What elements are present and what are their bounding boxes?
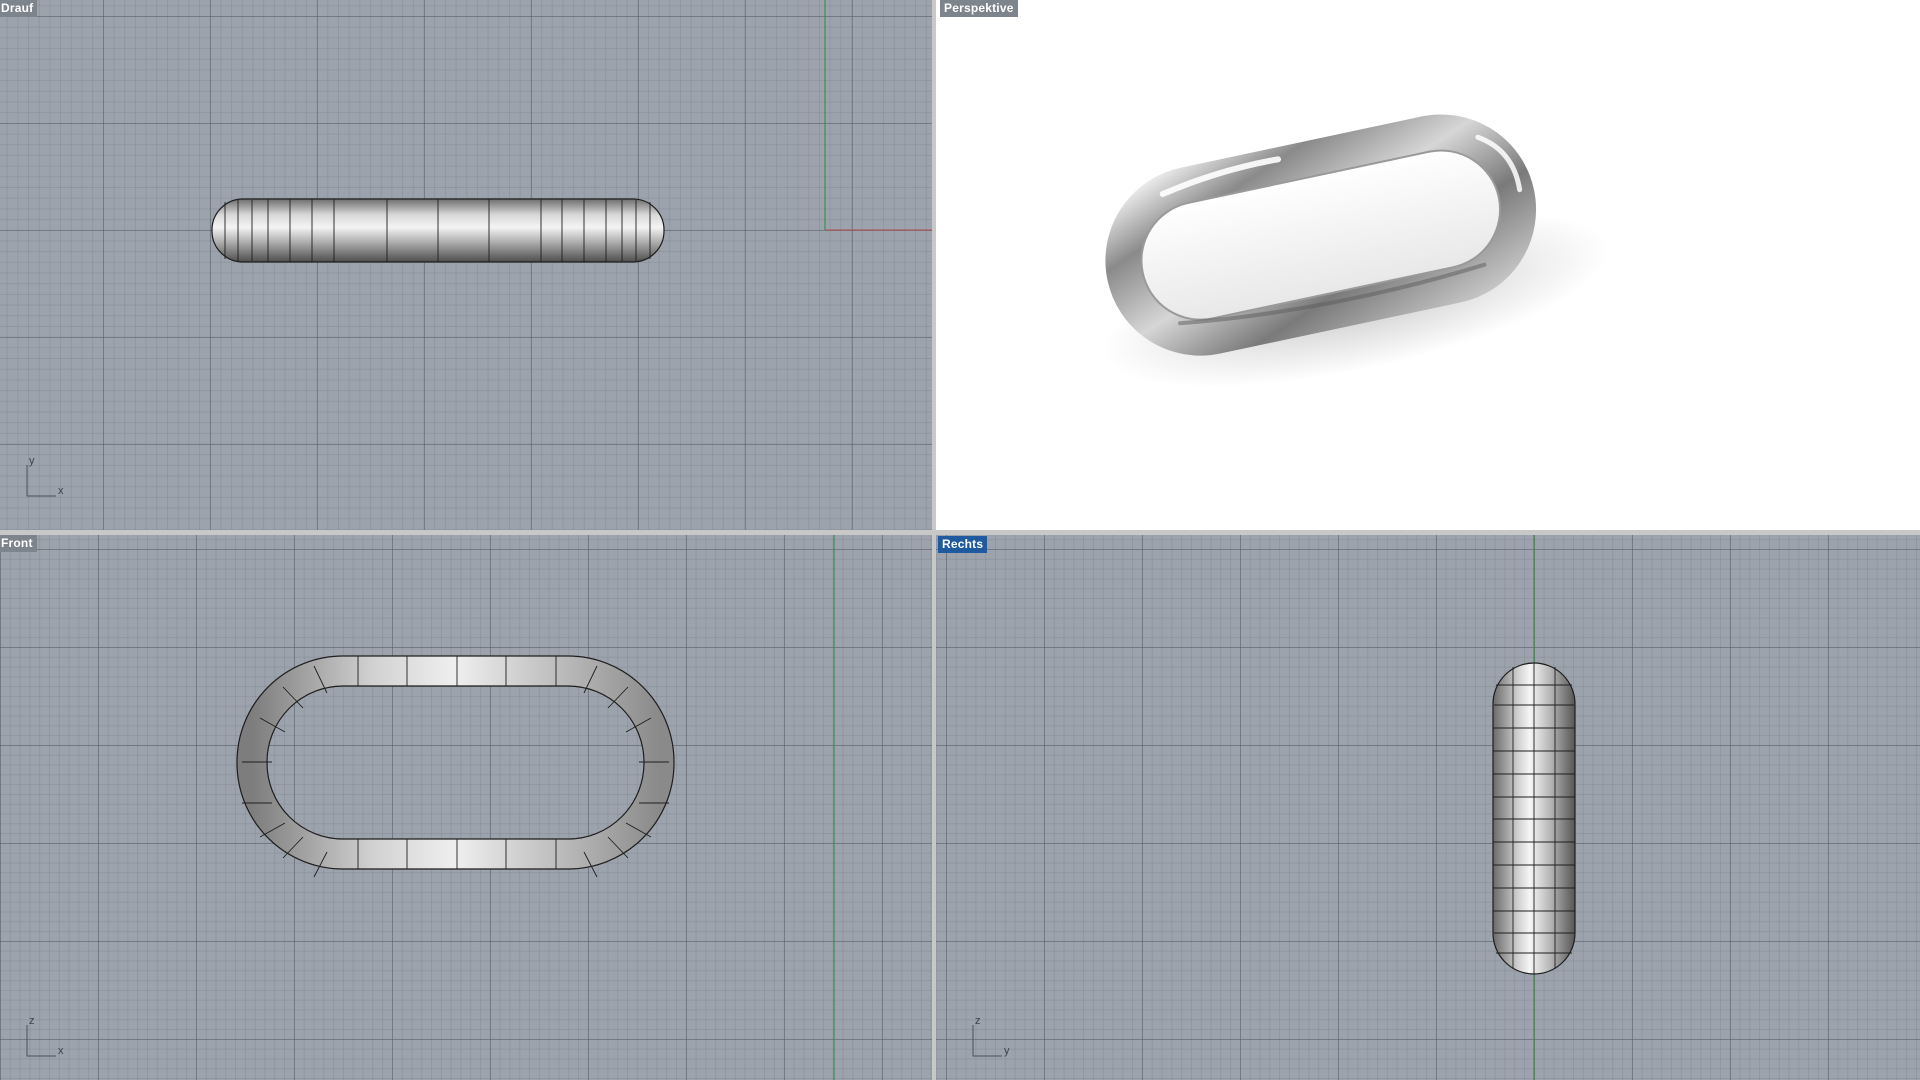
front-scene: [236, 535, 835, 1080]
axis-label-vertical: z: [29, 1015, 35, 1027]
viewport-front[interactable]: Front z x: [0, 535, 932, 1080]
axis-label-horizontal: x: [58, 1045, 64, 1057]
perspective-scene: [1101, 114, 1611, 388]
axis-indicator-front: z x: [22, 1015, 72, 1065]
viewport-label-right[interactable]: Rechts: [938, 536, 988, 553]
axis-label-horizontal: x: [58, 485, 64, 497]
axis-indicator-right: z y: [968, 1015, 1018, 1065]
axis-label-vertical: z: [975, 1015, 981, 1027]
right-scene: [1492, 535, 1576, 1080]
viewport-right[interactable]: Rechts z y: [936, 535, 1920, 1080]
ring-object[interactable]: [1492, 662, 1576, 975]
viewport-label-top[interactable]: Drauf: [0, 0, 38, 17]
viewport-label-front[interactable]: Front: [0, 535, 37, 552]
ring-object[interactable]: [236, 655, 675, 878]
viewport-top[interactable]: Drauf y x: [0, 0, 932, 530]
axis-label-vertical: y: [29, 455, 35, 467]
ring-object[interactable]: [211, 198, 665, 263]
top-scene: [211, 0, 932, 263]
axis-label-horizontal: y: [1004, 1045, 1010, 1057]
viewport-label-perspective[interactable]: Perspektive: [940, 0, 1018, 17]
viewport-perspective[interactable]: Perspektive: [936, 0, 1920, 530]
axis-indicator-top: y x: [22, 455, 72, 505]
